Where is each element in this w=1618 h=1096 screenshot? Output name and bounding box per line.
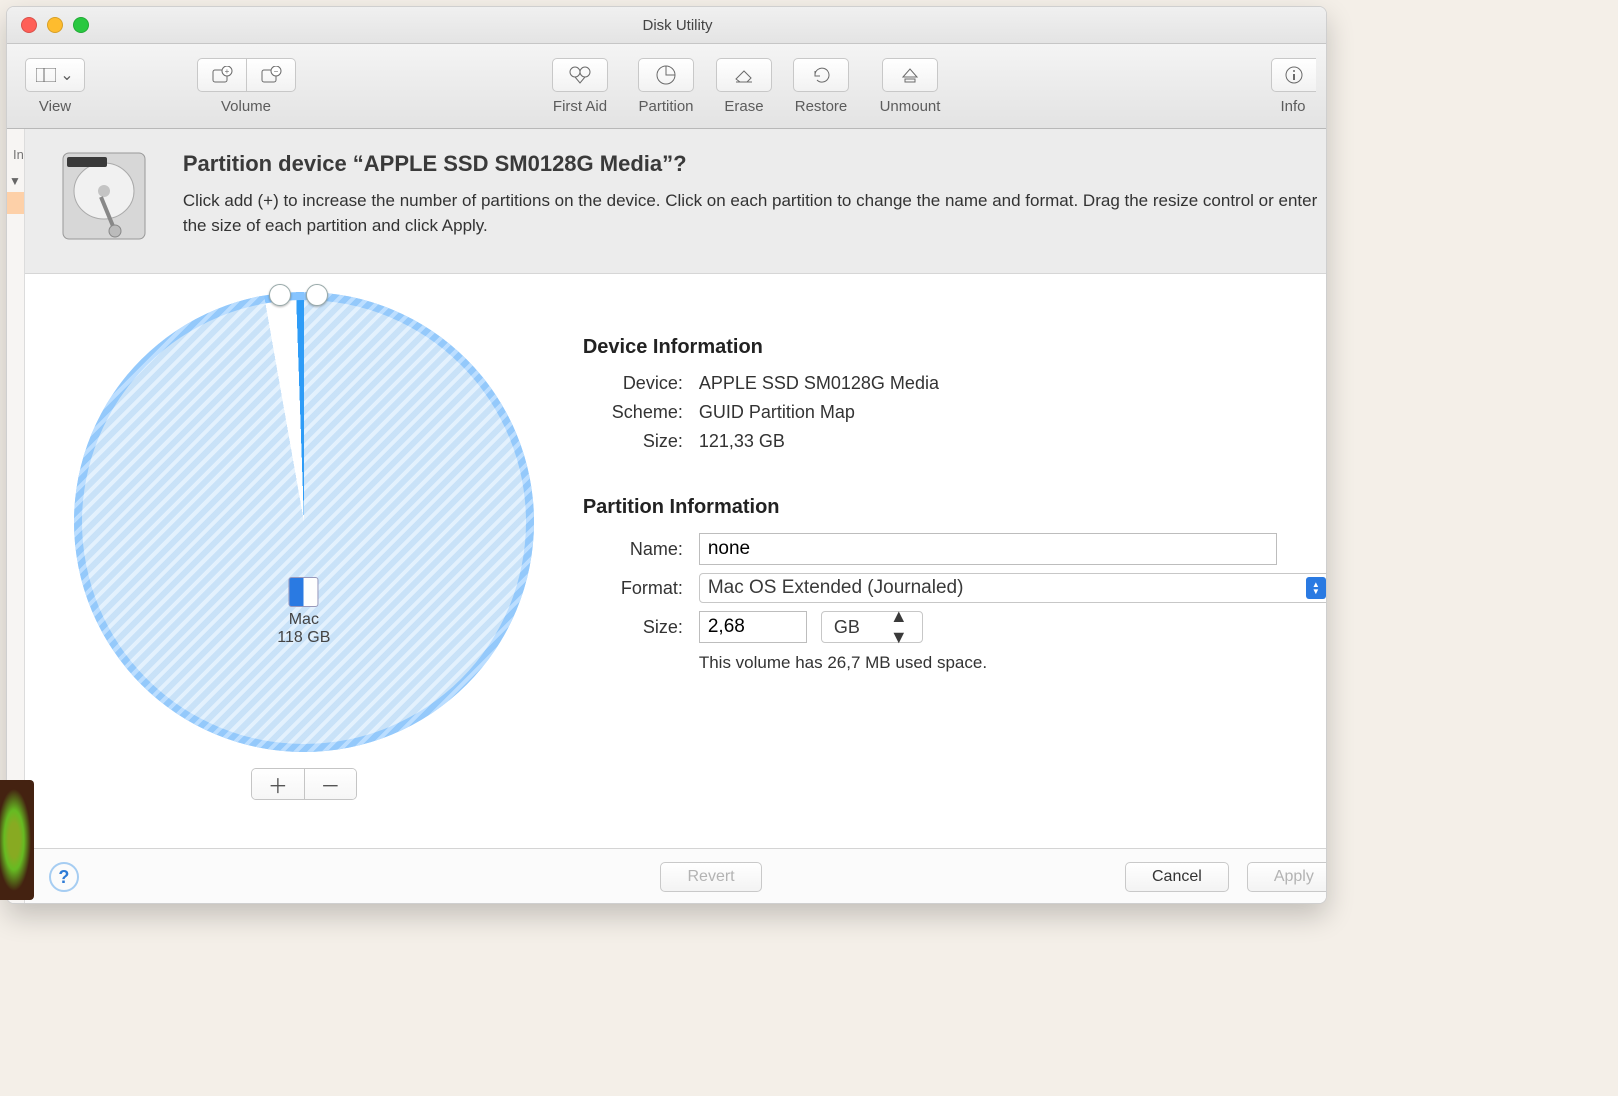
erase-button[interactable] xyxy=(716,58,772,92)
partition-name-input[interactable] xyxy=(699,533,1277,565)
volume-remove-button[interactable]: − xyxy=(247,58,296,92)
disk-utility-window: Disk Utility ⌄ View + − Volume xyxy=(6,6,1327,904)
finder-icon xyxy=(289,577,319,607)
sidebar-header: In xyxy=(13,147,24,162)
hard-drive-icon xyxy=(49,147,159,247)
add-partition-button[interactable]: ＋ xyxy=(252,769,304,799)
svg-text:−: − xyxy=(273,67,278,76)
remove-partition-button[interactable]: － xyxy=(304,769,356,799)
toolbar-partition-label: Partition xyxy=(638,98,693,115)
sheet-description: Click add (+) to increase the number of … xyxy=(183,189,1327,238)
size-unit-select[interactable]: GB ▲▼ xyxy=(821,611,923,643)
cancel-button[interactable]: Cancel xyxy=(1125,862,1229,892)
window-controls xyxy=(21,17,89,33)
info-button[interactable] xyxy=(1271,58,1316,92)
chevron-updown-icon: ▲▼ xyxy=(1306,577,1326,599)
format-select-value: Mac OS Extended (Journaled) xyxy=(708,577,964,599)
used-space-note: This volume has 26,7 MB used space. xyxy=(699,653,1327,673)
sidebar-selected-row[interactable] xyxy=(7,192,24,214)
maximize-window-button[interactable] xyxy=(73,17,89,33)
partition-pie-chart[interactable]: Mac 118 GB xyxy=(74,292,534,752)
name-label: Name: xyxy=(583,539,683,560)
devsize-value: 121,33 GB xyxy=(699,431,785,452)
toolbar-restore-label: Restore xyxy=(795,98,848,115)
device-value: APPLE SSD SM0128G Media xyxy=(699,373,939,394)
restore-button[interactable] xyxy=(793,58,849,92)
size-unit-value: GB xyxy=(822,617,872,638)
chevron-updown-icon: ▲▼ xyxy=(878,606,920,648)
window-title: Disk Utility xyxy=(89,17,1266,34)
resize-handle-icon[interactable] xyxy=(269,284,291,306)
toolbar-volume-label: Volume xyxy=(221,98,271,115)
format-label: Format: xyxy=(583,578,683,599)
disclosure-triangle-icon[interactable]: ▼ xyxy=(9,174,24,188)
partition-button[interactable] xyxy=(638,58,694,92)
partition-sheet: Partition device “APPLE SSD SM0128G Medi… xyxy=(25,129,1327,904)
unmount-button[interactable] xyxy=(882,58,938,92)
apply-button[interactable]: Apply xyxy=(1247,862,1327,892)
toolbar-info-label: Info xyxy=(1280,98,1305,115)
scheme-label: Scheme: xyxy=(583,402,683,423)
pie-slice-size: 118 GB xyxy=(277,629,330,647)
device-info-header: Device Information xyxy=(583,336,1327,359)
sheet-header: Partition device “APPLE SSD SM0128G Medi… xyxy=(25,129,1327,274)
minimize-window-button[interactable] xyxy=(47,17,63,33)
svg-text:+: + xyxy=(224,67,229,76)
revert-button[interactable]: Revert xyxy=(660,862,761,892)
sheet-footer: ? Revert Cancel Apply xyxy=(25,848,1327,904)
device-label: Device: xyxy=(583,373,683,394)
toolbar-first-aid-label: First Aid xyxy=(553,98,607,115)
partition-info-header: Partition Information xyxy=(583,496,1327,519)
toolbar: ⌄ View + − Volume First Aid xyxy=(7,44,1326,129)
toolbar-erase-label: Erase xyxy=(724,98,763,115)
titlebar: Disk Utility xyxy=(7,7,1326,44)
scheme-value: GUID Partition Map xyxy=(699,402,855,423)
format-select[interactable]: Mac OS Extended (Journaled) ▲▼ xyxy=(699,573,1327,603)
help-button[interactable]: ? xyxy=(49,862,79,892)
resize-handle-icon[interactable] xyxy=(306,284,328,306)
devsize-label: Size: xyxy=(583,431,683,452)
toolbar-unmount-label: Unmount xyxy=(880,98,941,115)
sheet-title: Partition device “APPLE SSD SM0128G Medi… xyxy=(183,151,1327,177)
toolbar-view-label: View xyxy=(39,98,71,115)
add-remove-partition-buttons: ＋ － xyxy=(251,768,357,800)
background-window-peek xyxy=(0,780,34,900)
volume-add-button[interactable]: + xyxy=(197,58,247,92)
pie-slice-name: Mac xyxy=(277,611,330,629)
size-label: Size: xyxy=(583,617,683,638)
view-button[interactable]: ⌄ xyxy=(25,58,85,92)
partition-size-input[interactable] xyxy=(699,611,807,643)
first-aid-button[interactable] xyxy=(552,58,608,92)
pie-main-slice-label: Mac 118 GB xyxy=(277,577,330,647)
close-window-button[interactable] xyxy=(21,17,37,33)
